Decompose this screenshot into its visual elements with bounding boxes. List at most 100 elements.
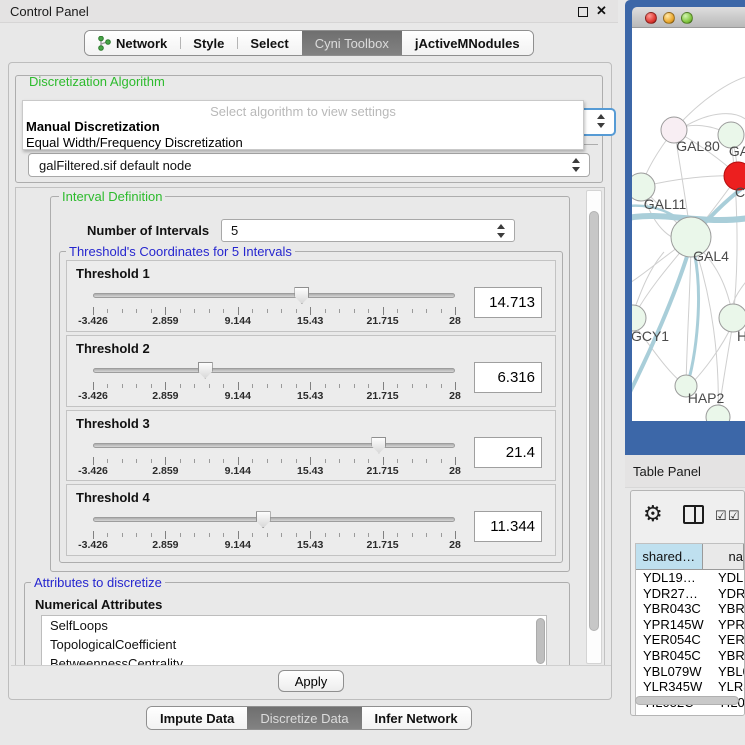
tick-mark [93, 457, 94, 465]
tick-mark [223, 459, 224, 463]
table-cell: YER054C [636, 632, 710, 648]
checkbox-icon[interactable]: ☑ [728, 508, 740, 524]
threshold-1-value[interactable] [474, 287, 542, 318]
tick-mark [93, 382, 94, 390]
number-of-intervals-spinner[interactable]: 5 [221, 219, 515, 242]
table-row[interactable]: YBR043CYBR0 [636, 601, 744, 617]
apply-row: Apply [11, 665, 611, 697]
apply-button[interactable]: Apply [278, 670, 344, 692]
network-node[interactable] [706, 405, 730, 421]
node-table: shared… na YDL19…YDL1YDR27…YDR2YBR043CYB… [635, 543, 744, 715]
threshold-2-value[interactable] [474, 362, 542, 393]
combo-arrows-icon [597, 114, 606, 128]
tick-mark [209, 384, 210, 388]
tick-mark [151, 533, 152, 537]
network-node-label: GA [729, 143, 745, 159]
tick-mark [412, 459, 413, 463]
tick-label: -3.426 [78, 315, 108, 327]
tab-cyni-toolbox-label: Cyni Toolbox [315, 36, 389, 51]
attribute-list-item[interactable]: SelfLoops [42, 616, 546, 635]
network-window-titlebar[interactable] [632, 7, 745, 28]
threshold-3-panel: Threshold 3 -3.4262.8599.14415.4321.7152… [66, 410, 556, 482]
table-header-row: shared… na [636, 544, 744, 570]
float-icon[interactable] [578, 7, 588, 17]
panel-scrollbar[interactable] [586, 190, 602, 664]
network-node-label: GCY1 [632, 328, 669, 344]
tab-discretize-data[interactable]: Discretize Data [247, 707, 361, 729]
numerical-attributes-list[interactable]: SelfLoopsTopologicalCoefficientBetweenne… [41, 615, 547, 667]
tab-discretize-data-label: Discretize Data [260, 711, 348, 726]
popup-item-equal-width[interactable]: Equal Width/Frequency Discretization [26, 135, 243, 150]
tab-infer-network[interactable]: Infer Network [362, 707, 471, 729]
network-node-label: C [735, 184, 745, 200]
tick-mark [441, 309, 442, 313]
gear-icon[interactable]: ⚙ [643, 501, 663, 527]
threshold-3-slider[interactable]: -3.4262.8599.14415.4321.71528 [93, 435, 455, 479]
zoom-traffic-light-icon[interactable] [681, 12, 693, 24]
table-row[interactable]: YPR145WYPR1 [636, 617, 744, 633]
tab-jactivemnodules[interactable]: jActiveMNodules [402, 31, 533, 55]
tick-label: 28 [449, 315, 461, 327]
columns-icon[interactable] [683, 505, 704, 524]
table-hscrollbar[interactable] [635, 696, 739, 705]
tab-style[interactable]: Style [180, 31, 237, 55]
threshold-1-panel: Threshold 1 -3.4262.8599.14415.4321.7152… [66, 260, 556, 332]
threshold-1-slider[interactable]: -3.4262.8599.14415.4321.71528 [93, 285, 455, 329]
column-header-shared-name[interactable]: shared… [636, 544, 703, 569]
tick-mark [368, 309, 369, 313]
tick-mark [267, 459, 268, 463]
cyni-toolbox-panel: Discretization Algorithm Table Data galF… [8, 62, 612, 700]
tick-label: 9.144 [225, 315, 251, 327]
table-row[interactable]: YER054CYER0 [636, 632, 744, 648]
table-panel-title: Table Panel [633, 464, 701, 479]
tab-network[interactable]: Network [85, 31, 180, 55]
close-traffic-light-icon[interactable] [645, 12, 657, 24]
table-row[interactable]: YBL079WYBL0 [636, 664, 744, 680]
tick-mark [455, 457, 456, 465]
tick-mark [426, 309, 427, 313]
threshold-4-value[interactable] [474, 511, 542, 542]
tab-cyni-toolbox[interactable]: Cyni Toolbox [302, 31, 402, 55]
panel-scrollbar-thumb[interactable] [589, 211, 599, 631]
tick-mark [325, 533, 326, 537]
table-data-combobox[interactable]: galFiltered.sif default node [28, 153, 590, 177]
tick-label: 2.859 [152, 539, 178, 551]
column-header-name[interactable]: na [703, 544, 744, 569]
network-canvas[interactable]: GAL80GACGAL11GAL4GCY1HHAP2 [632, 28, 745, 421]
slider-thumb[interactable] [256, 511, 271, 528]
attribute-list-item[interactable]: TopologicalCoefficient [42, 635, 546, 654]
slider-thumb[interactable] [371, 437, 386, 454]
slider-scale-labels: -3.4262.8599.14415.4321.71528 [93, 390, 455, 403]
slider-thumb[interactable] [198, 362, 213, 379]
threshold-1-label: Threshold 1 [76, 266, 150, 281]
algorithm-prompt: Select algorithm to view settings [23, 104, 583, 119]
tab-impute-data[interactable]: Impute Data [147, 707, 247, 729]
minimize-traffic-light-icon[interactable] [663, 12, 675, 24]
tick-mark [107, 384, 108, 388]
table-cell: YBR045C [636, 648, 710, 664]
threshold-3-value[interactable] [474, 437, 542, 468]
tick-mark [107, 309, 108, 313]
threshold-4-slider[interactable]: -3.4262.8599.14415.4321.71528 [93, 509, 455, 553]
table-row[interactable]: YBR045CYBR0 [636, 648, 744, 664]
network-node-label: HAP2 [688, 390, 725, 406]
tick-mark [180, 384, 181, 388]
table-row[interactable]: YLR345WYLR3 [636, 679, 744, 695]
tick-mark [107, 533, 108, 537]
attributes-list-scrollbar[interactable] [536, 618, 545, 664]
top-tabstrip: Network Style Select Cyni Toolbox jActiv… [84, 30, 534, 56]
tick-mark [296, 459, 297, 463]
popup-item-manual-discretization[interactable]: Manual Discretization [26, 119, 160, 134]
slider-thumb[interactable] [294, 287, 309, 304]
tab-select[interactable]: Select [237, 31, 301, 55]
tab-jactivemnodules-label: jActiveMNodules [415, 36, 520, 51]
tick-mark [194, 384, 195, 388]
table-row[interactable]: YDR27…YDR2 [636, 586, 744, 602]
tick-mark [354, 459, 355, 463]
close-icon[interactable]: ✕ [596, 3, 607, 19]
combo-arrows-icon [572, 158, 581, 172]
table-cell: YBL079W [636, 664, 710, 680]
checkbox-icon[interactable]: ☑ [715, 508, 727, 524]
table-row[interactable]: YDL19…YDL1 [636, 570, 744, 586]
threshold-2-slider[interactable]: -3.4262.8599.14415.4321.71528 [93, 360, 455, 404]
